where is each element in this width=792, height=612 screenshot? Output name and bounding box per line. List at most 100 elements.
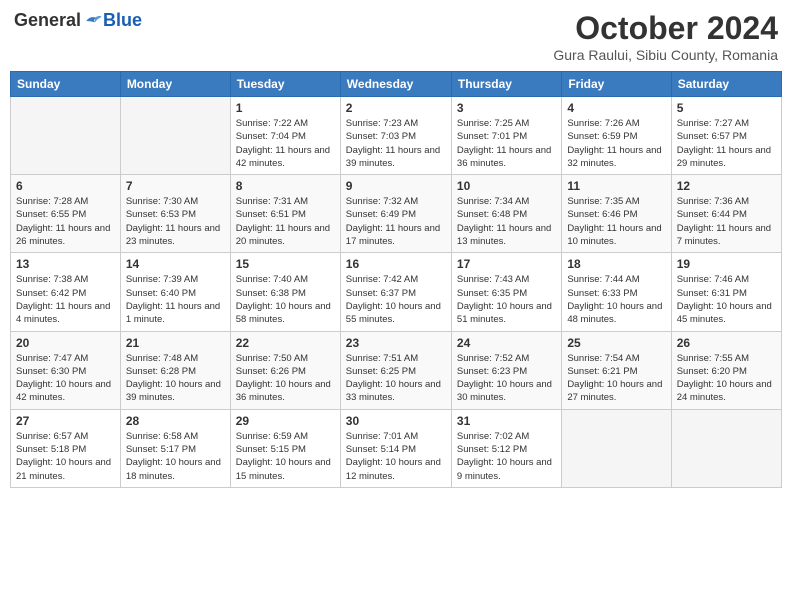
calendar-week-2: 6 Sunrise: 7:28 AMSunset: 6:55 PMDaylight…	[11, 175, 782, 253]
calendar-cell: 23Sunrise: 7:51 AMSunset: 6:25 PMDayligh…	[340, 331, 451, 409]
calendar-cell: 2 Sunrise: 7:23 AMSunset: 7:03 PMDaylight…	[340, 97, 451, 175]
calendar-cell: 3 Sunrise: 7:25 AMSunset: 7:01 PMDaylight…	[451, 97, 561, 175]
logo: General Blue	[14, 10, 142, 31]
calendar-cell: 7 Sunrise: 7:30 AMSunset: 6:53 PMDaylight…	[120, 175, 230, 253]
day-info: Sunrise: 7:23 AMSunset: 7:03 PMDaylight:…	[346, 117, 446, 170]
day-number: 16	[346, 257, 446, 271]
day-number: 5	[677, 101, 776, 115]
day-info: Sunrise: 7:36 AMSunset: 6:44 PMDaylight:…	[677, 195, 776, 248]
calendar-cell: 9 Sunrise: 7:32 AMSunset: 6:49 PMDaylight…	[340, 175, 451, 253]
calendar-cell: 6 Sunrise: 7:28 AMSunset: 6:55 PMDaylight…	[11, 175, 121, 253]
calendar-cell: 5 Sunrise: 7:27 AMSunset: 6:57 PMDaylight…	[671, 97, 781, 175]
day-number: 27	[16, 414, 115, 428]
day-info: Sunrise: 7:50 AMSunset: 6:26 PMDaylight:…	[236, 352, 335, 405]
day-number: 8	[236, 179, 335, 193]
calendar-cell	[11, 97, 121, 175]
day-info: Sunrise: 7:02 AMSunset: 5:12 PMDaylight:…	[457, 430, 556, 483]
day-number: 23	[346, 336, 446, 350]
title-section: October 2024 Gura Raului, Sibiu County, …	[553, 10, 778, 63]
day-number: 31	[457, 414, 556, 428]
calendar-cell: 18 Sunrise: 7:44 AMSunset: 6:33 PMDayligh…	[562, 253, 671, 331]
day-number: 7	[126, 179, 225, 193]
day-info: Sunrise: 7:01 AMSunset: 5:14 PMDaylight:…	[346, 430, 446, 483]
day-number: 15	[236, 257, 335, 271]
day-info: Sunrise: 7:48 AMSunset: 6:28 PMDaylight:…	[126, 352, 225, 405]
calendar-cell: 19 Sunrise: 7:46 AMSunset: 6:31 PMDayligh…	[671, 253, 781, 331]
day-info: Sunrise: 7:44 AMSunset: 6:33 PMDaylight:…	[567, 273, 665, 326]
day-number: 11	[567, 179, 665, 193]
day-number: 4	[567, 101, 665, 115]
day-number: 13	[16, 257, 115, 271]
day-info: Sunrise: 7:31 AMSunset: 6:51 PMDaylight:…	[236, 195, 335, 248]
day-info: Sunrise: 7:54 AMSunset: 6:21 PMDaylight:…	[567, 352, 665, 405]
day-number: 29	[236, 414, 335, 428]
calendar-cell: 12 Sunrise: 7:36 AMSunset: 6:44 PMDayligh…	[671, 175, 781, 253]
day-info: Sunrise: 7:25 AMSunset: 7:01 PMDaylight:…	[457, 117, 556, 170]
day-number: 10	[457, 179, 556, 193]
day-info: Sunrise: 6:58 AMSunset: 5:17 PMDaylight:…	[126, 430, 225, 483]
calendar-cell: 17Sunrise: 7:43 AMSunset: 6:35 PMDayligh…	[451, 253, 561, 331]
calendar-cell	[671, 409, 781, 487]
calendar-cell: 15 Sunrise: 7:40 AMSunset: 6:38 PMDayligh…	[230, 253, 340, 331]
month-title: October 2024	[553, 10, 778, 47]
day-number: 18	[567, 257, 665, 271]
page-header: General Blue October 2024 Gura Raului, S…	[10, 10, 782, 63]
calendar-week-5: 27Sunrise: 6:57 AMSunset: 5:18 PMDayligh…	[11, 409, 782, 487]
day-info: Sunrise: 7:26 AMSunset: 6:59 PMDaylight:…	[567, 117, 665, 170]
day-number: 1	[236, 101, 335, 115]
day-info: Sunrise: 7:32 AMSunset: 6:49 PMDaylight:…	[346, 195, 446, 248]
calendar-cell: 21Sunrise: 7:48 AMSunset: 6:28 PMDayligh…	[120, 331, 230, 409]
day-info: Sunrise: 7:55 AMSunset: 6:20 PMDaylight:…	[677, 352, 776, 405]
calendar-week-3: 13 Sunrise: 7:38 AMSunset: 6:42 PMDayligh…	[11, 253, 782, 331]
day-info: Sunrise: 7:30 AMSunset: 6:53 PMDaylight:…	[126, 195, 225, 248]
day-info: Sunrise: 6:59 AMSunset: 5:15 PMDaylight:…	[236, 430, 335, 483]
day-number: 3	[457, 101, 556, 115]
day-info: Sunrise: 7:52 AMSunset: 6:23 PMDaylight:…	[457, 352, 556, 405]
day-number: 2	[346, 101, 446, 115]
calendar-cell: 8 Sunrise: 7:31 AMSunset: 6:51 PMDaylight…	[230, 175, 340, 253]
calendar-week-4: 20Sunrise: 7:47 AMSunset: 6:30 PMDayligh…	[11, 331, 782, 409]
day-number: 24	[457, 336, 556, 350]
calendar-cell: 11Sunrise: 7:35 AMSunset: 6:46 PMDayligh…	[562, 175, 671, 253]
calendar-cell: 14 Sunrise: 7:39 AMSunset: 6:40 PMDayligh…	[120, 253, 230, 331]
day-info: Sunrise: 7:28 AMSunset: 6:55 PMDaylight:…	[16, 195, 115, 248]
day-number: 22	[236, 336, 335, 350]
day-number: 9	[346, 179, 446, 193]
day-header-saturday: Saturday	[671, 72, 781, 97]
calendar-cell	[120, 97, 230, 175]
calendar-cell: 27Sunrise: 6:57 AMSunset: 5:18 PMDayligh…	[11, 409, 121, 487]
day-header-wednesday: Wednesday	[340, 72, 451, 97]
calendar-cell: 28Sunrise: 6:58 AMSunset: 5:17 PMDayligh…	[120, 409, 230, 487]
day-header-thursday: Thursday	[451, 72, 561, 97]
calendar-cell: 30Sunrise: 7:01 AMSunset: 5:14 PMDayligh…	[340, 409, 451, 487]
day-info: Sunrise: 7:42 AMSunset: 6:37 PMDaylight:…	[346, 273, 446, 326]
logo-general-text: General	[14, 10, 81, 31]
day-info: Sunrise: 7:38 AMSunset: 6:42 PMDaylight:…	[16, 273, 115, 326]
calendar-cell: 13 Sunrise: 7:38 AMSunset: 6:42 PMDayligh…	[11, 253, 121, 331]
day-info: Sunrise: 7:27 AMSunset: 6:57 PMDaylight:…	[677, 117, 776, 170]
calendar-cell: 10 Sunrise: 7:34 AMSunset: 6:48 PMDayligh…	[451, 175, 561, 253]
calendar-cell: 29 Sunrise: 6:59 AMSunset: 5:15 PMDayligh…	[230, 409, 340, 487]
day-number: 26	[677, 336, 776, 350]
calendar-cell: 16 Sunrise: 7:42 AMSunset: 6:37 PMDayligh…	[340, 253, 451, 331]
day-number: 20	[16, 336, 115, 350]
calendar-cell: 1 Sunrise: 7:22 AMSunset: 7:04 PMDaylight…	[230, 97, 340, 175]
day-header-friday: Friday	[562, 72, 671, 97]
calendar-cell: 31 Sunrise: 7:02 AMSunset: 5:12 PMDayligh…	[451, 409, 561, 487]
day-info: Sunrise: 7:22 AMSunset: 7:04 PMDaylight:…	[236, 117, 335, 170]
calendar-week-1: 1 Sunrise: 7:22 AMSunset: 7:04 PMDaylight…	[11, 97, 782, 175]
day-info: Sunrise: 7:40 AMSunset: 6:38 PMDaylight:…	[236, 273, 335, 326]
calendar-header-row: SundayMondayTuesdayWednesdayThursdayFrid…	[11, 72, 782, 97]
day-number: 6	[16, 179, 115, 193]
day-number: 25	[567, 336, 665, 350]
day-info: Sunrise: 7:39 AMSunset: 6:40 PMDaylight:…	[126, 273, 225, 326]
day-header-tuesday: Tuesday	[230, 72, 340, 97]
day-number: 17	[457, 257, 556, 271]
logo-bird-icon	[83, 11, 103, 31]
calendar-cell: 26 Sunrise: 7:55 AMSunset: 6:20 PMDayligh…	[671, 331, 781, 409]
day-info: Sunrise: 7:46 AMSunset: 6:31 PMDaylight:…	[677, 273, 776, 326]
day-number: 14	[126, 257, 225, 271]
day-number: 12	[677, 179, 776, 193]
day-info: Sunrise: 7:34 AMSunset: 6:48 PMDaylight:…	[457, 195, 556, 248]
day-number: 19	[677, 257, 776, 271]
